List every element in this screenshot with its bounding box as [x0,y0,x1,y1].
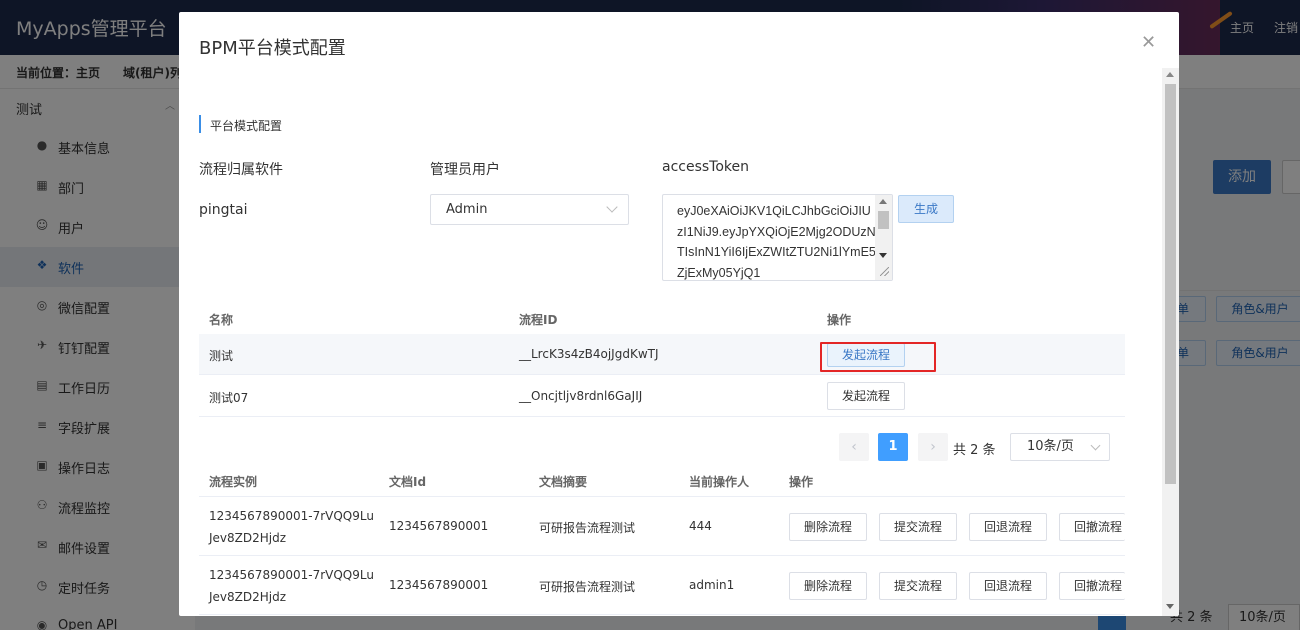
flow-id: __Oncjtljv8rdnl6GaJIJ [519,389,643,403]
current-operator: admin1 [689,578,735,592]
access-token-value[interactable]: eyJ0eXAiOiJKV1QiLCJhbGciOiJIUzI1NiJ9.eyJ… [677,201,877,280]
col-summary: 文档摘要 [539,475,588,489]
close-icon[interactable]: ✕ [1141,32,1156,53]
submit-flow-button[interactable]: 提交流程 [879,572,957,600]
instance-id: 1234567890001-7rVQQ9LuJev8ZD2Hjdz [209,568,374,604]
withdraw-flow-button[interactable]: 回撤流程 [1059,572,1125,600]
dialog-title: BPM平台模式配置 [199,38,346,59]
dialog-scrollbar[interactable] [1162,68,1179,616]
table-row[interactable]: 1234567890001-7rVQQ9LuJev8ZD2Hjdz 123456… [199,556,1125,615]
scroll-up-arrow-icon[interactable] [1166,72,1174,77]
scroll-down-arrow-icon[interactable] [1166,604,1174,609]
flow-id: __LrcK3s4zB4ojJgdKwTJ [519,347,659,361]
resize-grip-icon[interactable] [880,267,889,276]
highlight-box [820,342,936,372]
admin-user-value: Admin [446,202,488,217]
scroll-down-arrow-icon[interactable] [879,253,887,258]
withdraw-flow-button[interactable]: 回撤流程 [1059,513,1125,541]
chevron-down-icon [606,201,618,213]
table-row[interactable]: 1234567890001-7rVQQ9LuJev8ZD2Hjdz 123456… [199,497,1125,556]
col-doc-id: 文档Id [389,475,427,489]
admin-user-select[interactable]: Admin [430,194,629,225]
rollback-flow-button[interactable]: 回退流程 [969,513,1047,541]
software-label: 流程归属软件 [199,162,283,178]
delete-flow-button[interactable]: 删除流程 [789,572,867,600]
table-row[interactable]: 测试 __LrcK3s4zB4ojJgdKwTJ 发起流程 [199,334,1125,375]
rollback-flow-button[interactable]: 回退流程 [969,572,1047,600]
section-title: 平台模式配置 [210,119,283,133]
flow-name: 测试 [209,349,234,363]
bpm-config-dialog: BPM平台模式配置 ✕ 平台模式配置 流程归属软件 管理员用户 accessTo… [179,12,1179,616]
current-operator: 444 [689,519,712,533]
pager-total: 共 2 条 [953,443,996,458]
instance-id: 1234567890001-7rVQQ9LuJev8ZD2Hjdz [209,509,374,545]
col-actions: 操作 [789,475,814,489]
col-operator: 当前操作人 [689,475,750,489]
doc-id: 1234567890001 [389,519,489,533]
table-row[interactable]: 测试07 __Oncjtljv8rdnl6GaJIJ 发起流程 [199,376,1125,417]
scroll-thumb[interactable] [1165,84,1176,484]
scroll-up-arrow-icon[interactable] [879,199,887,204]
chevron-down-icon [1090,440,1101,451]
delete-flow-button[interactable]: 删除流程 [789,513,867,541]
software-value: pingtai [199,202,248,218]
admin-label: 管理员用户 [430,162,500,178]
token-label: accessToken [662,159,750,175]
instance-table-header: 流程实例 文档Id 文档摘要 当前操作人 操作 [199,466,1125,497]
page-size-select[interactable]: 10条/页 [1010,433,1110,461]
page-1-button[interactable]: 1 [878,433,908,461]
col-instance: 流程实例 [209,475,258,489]
next-page-button[interactable]: › [918,433,948,461]
doc-summary: 可研报告流程测试 [539,521,636,535]
col-name: 名称 [209,313,234,327]
col-action: 操作 [827,313,852,327]
col-flow-id: 流程ID [519,313,558,327]
generate-button[interactable]: 生成 [898,195,954,223]
doc-summary: 可研报告流程测试 [539,580,636,594]
prev-page-button[interactable]: ‹ [839,433,869,461]
flow-table-header: 名称 流程ID 操作 [199,303,1125,333]
doc-id: 1234567890001 [389,578,489,592]
flow-name: 测试07 [209,391,249,405]
scroll-thumb[interactable] [878,211,889,229]
token-scrollbar[interactable] [875,195,892,280]
submit-flow-button[interactable]: 提交流程 [879,513,957,541]
page-size-value: 10条/页 [1027,439,1074,454]
launch-flow-button[interactable]: 发起流程 [827,382,905,410]
access-token-textarea[interactable]: eyJ0eXAiOiJKV1QiLCJhbGciOiJIUzI1NiJ9.eyJ… [662,194,893,281]
section-accent-bar [199,115,201,133]
